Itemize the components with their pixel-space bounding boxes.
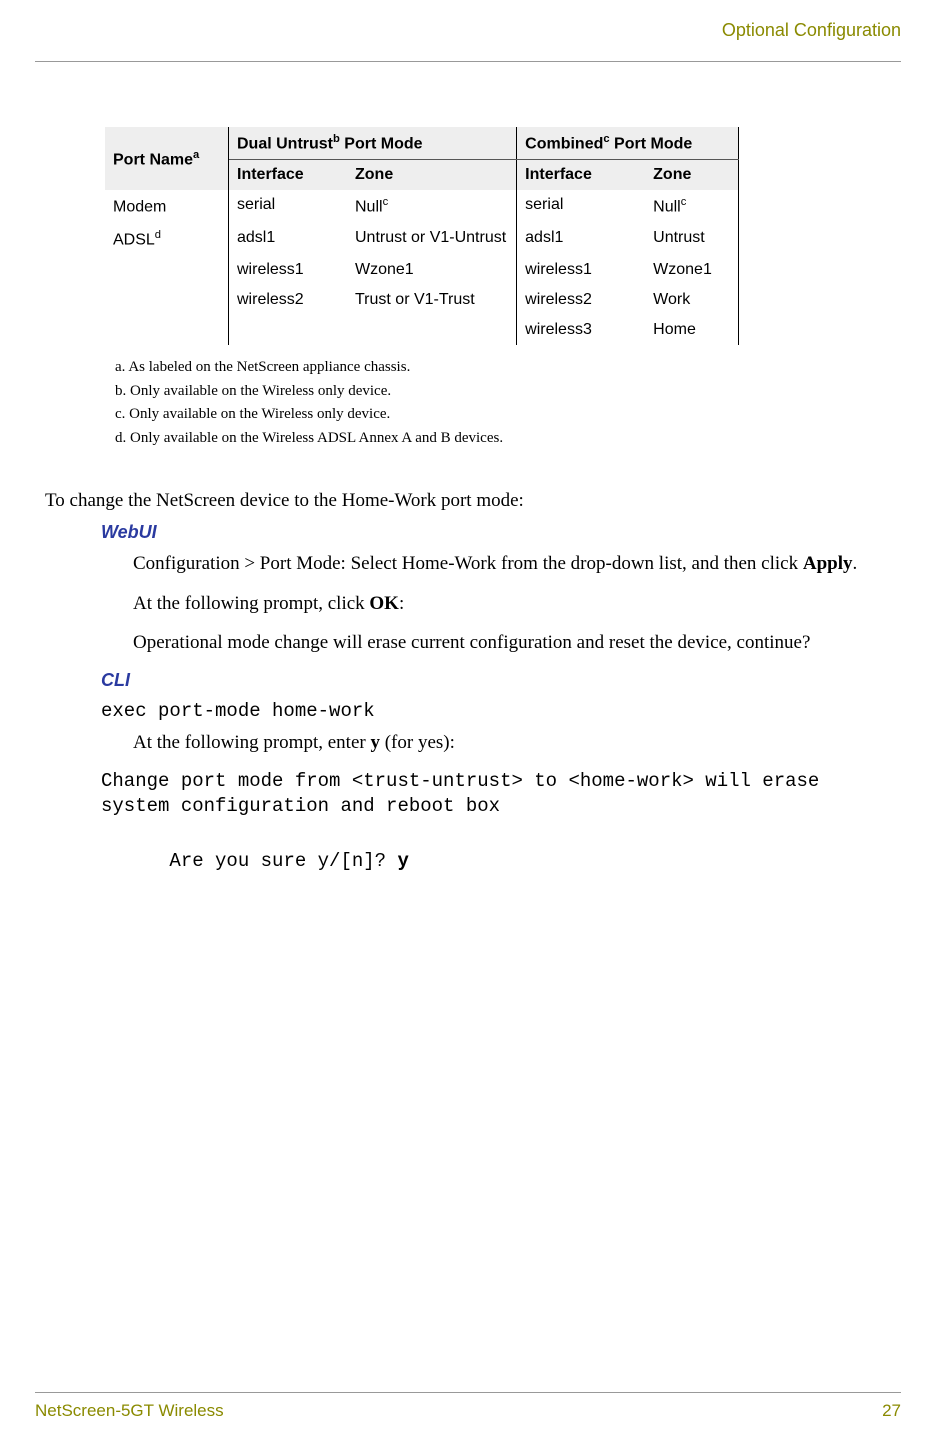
cli-output-1: Change port mode from <trust-untrust> to… [101, 769, 871, 818]
footnote-b: b. Only available on the Wireless only d… [115, 381, 881, 403]
cli-heading: CLI [101, 670, 881, 691]
col-group-combined: Combined [525, 135, 603, 152]
table-row: ADSLd adsl1 Untrust or V1-Untrust adsl1 … [105, 223, 739, 255]
footnote-a: a. As labeled on the NetScreen appliance… [115, 357, 881, 379]
webui-paragraph-3: Operational mode change will erase curre… [133, 630, 871, 656]
sup-a: a [193, 149, 199, 161]
col-group-dual: Dual Untrust [237, 135, 333, 152]
webui-heading: WebUI [101, 522, 881, 543]
table-row: wireless2 Trust or V1-Trust wireless2 Wo… [105, 285, 739, 315]
col-header-interface1: Interface [229, 160, 348, 191]
footnote-c: c. Only available on the Wireless only d… [115, 404, 881, 426]
footer-product: NetScreen-5GT Wireless [35, 1401, 224, 1421]
intro-text: To change the NetScreen device to the Ho… [45, 490, 881, 512]
col-header-zone1: Zone [347, 160, 517, 191]
table-row: wireless3 Home [105, 315, 739, 345]
table-row: Modem serial Nullc serial Nullc [105, 190, 739, 222]
cli-command: exec port-mode home-work [101, 699, 871, 724]
webui-paragraph-1: Configuration > Port Mode: Select Home-W… [133, 551, 871, 577]
col-header-zone2: Zone [645, 160, 739, 191]
col-header-interface2: Interface [517, 160, 646, 191]
section-header: Optional Configuration [35, 20, 901, 41]
col-header-portname: Port Name [113, 151, 193, 168]
table-row: wireless1 Wzone1 wireless1 Wzone1 [105, 255, 739, 285]
cli-paragraph-1: At the following prompt, enter y (for ye… [133, 730, 871, 756]
webui-paragraph-2: At the following prompt, click OK: [133, 591, 871, 617]
footer-page-number: 27 [882, 1401, 901, 1421]
footnote-d: d. Only available on the Wireless ADSL A… [115, 428, 881, 450]
header-rule [35, 61, 901, 62]
cli-output-2: Are you sure y/[n]? y [101, 825, 871, 899]
sup-b: b [333, 133, 340, 145]
footnotes: a. As labeled on the NetScreen appliance… [115, 357, 881, 450]
page-footer: NetScreen-5GT Wireless 27 [35, 1392, 901, 1421]
port-mode-table: Port Namea Dual Untrustb Port Mode Combi… [105, 127, 739, 345]
